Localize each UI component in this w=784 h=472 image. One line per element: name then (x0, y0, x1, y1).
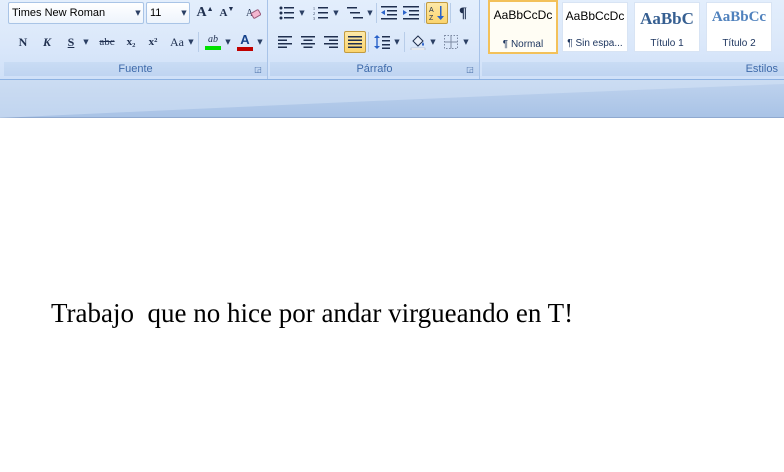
paint-bucket-icon (410, 35, 426, 50)
style-sample: AaBbCcDc (565, 9, 625, 23)
paragraph-dialog-launcher-icon[interactable]: ◲ (465, 65, 475, 75)
decrease-indent-button[interactable] (378, 2, 400, 24)
justify-button[interactable] (344, 31, 366, 53)
sort-az-icon: A Z (429, 6, 444, 21)
ruler-band-swoosh (0, 80, 784, 118)
separator (450, 3, 451, 23)
clear-formatting-button[interactable]: A (242, 2, 264, 24)
chevron-down-icon[interactable]: ▼ (133, 9, 143, 17)
font-group-label: Fuente (4, 62, 267, 76)
svg-text:Z: Z (429, 15, 434, 21)
highlight-color-bar (205, 46, 221, 50)
font-dialog-launcher-icon[interactable]: ◲ (253, 65, 263, 75)
bullets-button[interactable] (276, 2, 298, 24)
font-color-button[interactable]: A (234, 31, 256, 53)
underline-dropdown[interactable]: ▼ (82, 31, 90, 53)
style-name: ¶ Normal (502, 39, 544, 50)
document-text[interactable]: Trabajo que no hice por andar virgueando… (51, 298, 573, 329)
font-color-dropdown[interactable]: ▼ (256, 31, 264, 53)
show-formatting-marks-button[interactable]: ¶ (452, 2, 474, 24)
borders-button[interactable] (440, 31, 462, 53)
paragraph-group-label: Párrafo (270, 62, 479, 76)
bullet-list-icon (279, 6, 294, 20)
subscript-button[interactable]: x₂ (120, 31, 142, 53)
multilevel-list-icon (347, 7, 363, 19)
align-center-button[interactable] (297, 31, 319, 53)
underline-button[interactable]: S (60, 31, 82, 53)
align-right-button[interactable] (320, 31, 342, 53)
numbering-dropdown[interactable]: ▼ (332, 2, 340, 24)
separator (368, 32, 369, 52)
increase-indent-button[interactable] (400, 2, 422, 24)
increase-indent-icon (403, 6, 419, 20)
highlight-dropdown[interactable]: ▼ (224, 31, 232, 53)
line-spacing-icon (374, 35, 390, 49)
numbered-list-icon: 1 2 3 (313, 6, 328, 20)
superscript-button[interactable]: x² (142, 31, 164, 53)
style-heading-1[interactable]: AaBbC Título 1 (634, 2, 700, 52)
decrease-indent-icon (381, 6, 397, 20)
strikethrough-button[interactable]: abc (94, 31, 120, 53)
ribbon: Times New Roman ▼ 11 ▼ A ▲ A ▼ A N K S ▼… (0, 0, 784, 80)
sort-button[interactable]: A Z (426, 2, 448, 24)
align-center-icon (301, 36, 315, 48)
font-name-value: Times New Roman (12, 7, 106, 19)
shrink-font-button[interactable]: A ▼ (216, 2, 238, 24)
line-spacing-dropdown[interactable]: ▼ (393, 31, 401, 53)
grow-font-button[interactable]: A ▲ (194, 2, 216, 24)
highlight-button[interactable]: ab (202, 31, 224, 53)
justify-icon (348, 36, 362, 48)
eraser-icon: A (246, 8, 261, 19)
separator (376, 3, 377, 23)
svg-text:3: 3 (313, 16, 315, 20)
grow-arrow-icon: ▲ (206, 5, 214, 13)
change-case-dropdown[interactable]: ▼ (187, 31, 195, 53)
italic-button[interactable]: K (36, 31, 58, 53)
chevron-down-icon[interactable]: ▼ (179, 9, 189, 17)
line-spacing-button[interactable] (371, 31, 393, 53)
document-page[interactable]: Trabajo que no hice por andar virgueando… (0, 118, 784, 472)
multilevel-list-button[interactable] (344, 2, 366, 24)
style-name: Título 2 (722, 38, 756, 49)
style-no-spacing[interactable]: AaBbCcDc ¶ Sin espa... (562, 2, 628, 52)
font-name-combobox[interactable]: Times New Roman ▼ (8, 2, 144, 24)
numbering-button[interactable]: 1 2 3 (310, 2, 332, 24)
separator (198, 32, 199, 52)
shrink-arrow-icon: ▼ (227, 5, 235, 13)
paragraph-group: ▼ 1 2 3 ▼ ▼ A Z ¶ ▼ ▼ ▼ Párrafo ◲ (270, 0, 480, 79)
change-case-button[interactable]: Aa (166, 31, 188, 53)
style-heading-2[interactable]: AaBbCc Título 2 (706, 2, 772, 52)
ruler-band (0, 80, 784, 118)
separator (424, 3, 425, 23)
borders-icon (444, 35, 458, 49)
style-sample: AaBbCcDc (493, 8, 553, 22)
align-right-icon (324, 36, 338, 48)
multilevel-dropdown[interactable]: ▼ (366, 2, 374, 24)
style-sample: AaBbC (640, 9, 694, 28)
style-sample: AaBbCc (711, 9, 767, 25)
bold-button[interactable]: N (12, 31, 34, 53)
separator (404, 32, 405, 52)
shading-dropdown[interactable]: ▼ (429, 31, 437, 53)
align-left-button[interactable] (274, 31, 296, 53)
font-size-combobox[interactable]: 11 ▼ (146, 2, 190, 24)
bullets-dropdown[interactable]: ▼ (298, 2, 306, 24)
style-normal[interactable]: AaBbCcDc ¶ Normal (488, 0, 558, 54)
styles-group: AaBbCcDc ¶ Normal AaBbCcDc ¶ Sin espa...… (482, 0, 784, 79)
align-left-icon (278, 36, 292, 48)
font-group: Times New Roman ▼ 11 ▼ A ▲ A ▼ A N K S ▼… (4, 0, 268, 79)
style-name: Título 1 (650, 38, 684, 49)
font-color-bar (237, 47, 253, 51)
styles-group-label: Estilos (482, 62, 784, 76)
style-name: ¶ Sin espa... (567, 38, 623, 49)
font-size-value: 11 (150, 7, 162, 19)
shading-button[interactable] (407, 31, 429, 53)
svg-text:A: A (429, 7, 434, 14)
borders-dropdown[interactable]: ▼ (462, 31, 470, 53)
